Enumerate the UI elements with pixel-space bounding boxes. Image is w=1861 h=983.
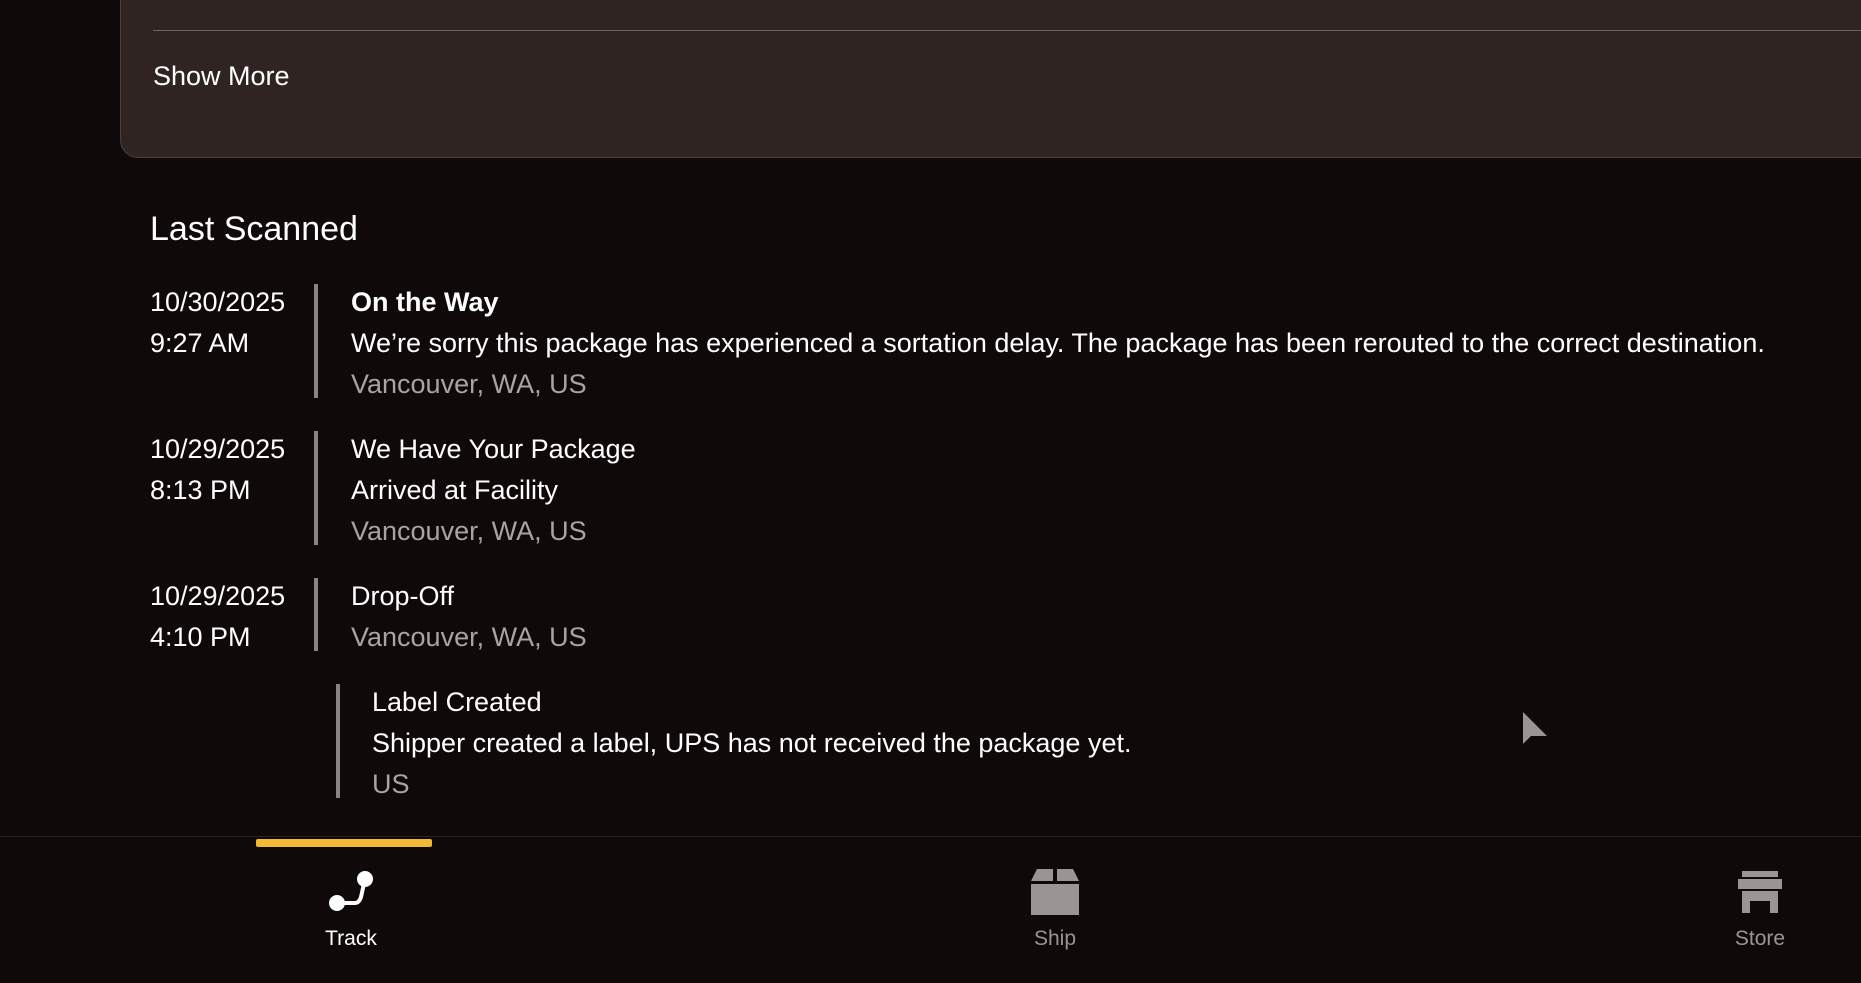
- nav-tab-store[interactable]: Store: [1685, 867, 1835, 951]
- event-location: US: [372, 769, 410, 799]
- event-time: 9:27 AM: [150, 328, 250, 358]
- event-description: Shipper created a label, UPS has not rec…: [372, 728, 1132, 758]
- track-route-icon: [329, 871, 373, 911]
- event-datetime: 10/30/2025 9:27 AM: [150, 282, 310, 364]
- card-divider: [153, 30, 1861, 31]
- tracking-page: Show More Last Scanned 10/30/2025 9:27 A…: [0, 0, 1861, 983]
- event-details: On the Way We’re sorry this package has …: [351, 282, 1765, 405]
- nav-label: Track: [325, 927, 377, 950]
- event-title: On the Way: [351, 287, 499, 317]
- timeline-bar: [314, 284, 318, 398]
- event-date: 10/29/2025: [150, 581, 286, 611]
- nav-tab-track[interactable]: Track: [276, 867, 426, 951]
- nav-label: Store: [1734, 927, 1786, 950]
- event-location: Vancouver, WA, US: [351, 369, 587, 399]
- event-title: Drop-Off: [351, 581, 455, 611]
- event-location: Vancouver, WA, US: [351, 516, 587, 546]
- event-time: 4:10 PM: [150, 622, 251, 652]
- nav-label: Ship: [1033, 927, 1077, 950]
- nav-tab-ship[interactable]: Ship: [980, 867, 1130, 951]
- event-datetime: 10/29/2025 8:13 PM: [150, 429, 310, 511]
- event-details: Drop-Off Vancouver, WA, US: [351, 576, 587, 658]
- event-title: We Have Your Package: [351, 434, 636, 464]
- event-details: We Have Your Package Arrived at Facility…: [351, 429, 636, 552]
- event-title: Label Created: [372, 687, 542, 717]
- last-scanned-heading: Last Scanned: [150, 210, 358, 248]
- shipment-details-card: Show More: [120, 0, 1861, 158]
- event-details: Label Created Shipper created a label, U…: [372, 682, 1131, 805]
- show-more-button[interactable]: Show More: [153, 61, 290, 92]
- event-date: 10/29/2025: [150, 434, 286, 464]
- event-location: Vancouver, WA, US: [351, 622, 587, 652]
- timeline-bar: [336, 684, 340, 798]
- event-description: Arrived at Facility: [351, 475, 559, 505]
- event-time: 8:13 PM: [150, 475, 251, 505]
- event-date: 10/30/2025: [150, 287, 286, 317]
- store-icon: [1738, 871, 1782, 913]
- timeline-bar: [314, 578, 318, 651]
- timeline-bar: [314, 431, 318, 545]
- bottom-navigation: Track Ship Store: [0, 836, 1861, 983]
- active-tab-indicator: [256, 839, 432, 847]
- event-description: We’re sorry this package has experienced…: [351, 328, 1765, 358]
- mouse-cursor-icon: [1523, 712, 1547, 744]
- box-icon: [1031, 869, 1079, 915]
- event-datetime: 10/29/2025 4:10 PM: [150, 576, 310, 658]
